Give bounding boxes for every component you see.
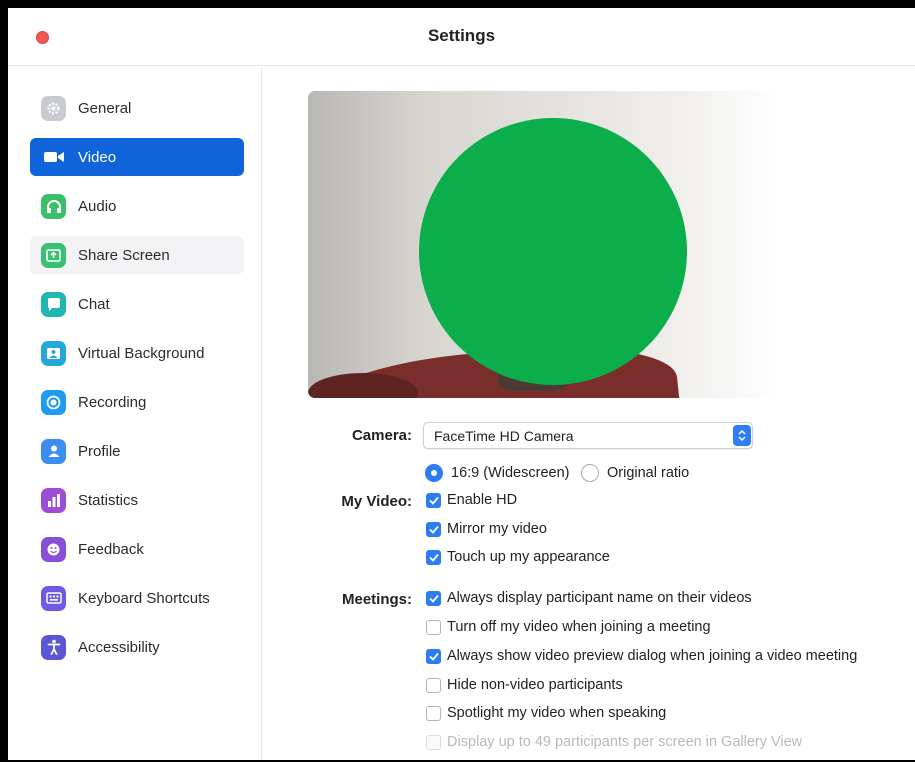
sidebar-item-label: Video [78, 148, 117, 166]
recording-icon [41, 389, 66, 415]
aspect-original-option[interactable]: Original ratio [581, 464, 689, 482]
enable-hd-option[interactable]: Enable HD [426, 492, 517, 508]
select-chevrons-icon [733, 425, 751, 446]
touch-up-option[interactable]: Touch up my appearance [426, 549, 610, 565]
aspect-widescreen-label: 16:9 (Widescreen) [451, 465, 570, 481]
sidebar-item-statistics[interactable]: Statistics [30, 481, 244, 519]
enable-hd-label: Enable HD [447, 492, 518, 508]
turn-off-video-option[interactable]: Turn off my video when joining a meeting [426, 619, 711, 635]
settings-sidebar: General Video Audio Share Screen Chat Vi… [8, 67, 262, 760]
sidebar-item-label: Virtual Background [78, 344, 205, 362]
checkbox-unchecked[interactable] [426, 677, 441, 693]
camera-select[interactable]: FaceTime HD Camera [423, 422, 753, 449]
my-video-label: My Video: [341, 493, 412, 510]
preview-background [308, 91, 428, 398]
statistics-icon [41, 487, 66, 513]
spotlight-video-option[interactable]: Spotlight my video when speaking [426, 705, 666, 721]
checkbox-checked[interactable] [426, 521, 441, 537]
sidebar-item-share-screen[interactable]: Share Screen [30, 236, 244, 274]
sidebar-item-label: Feedback [78, 540, 144, 558]
sidebar-item-label: Audio [78, 197, 117, 215]
aspect-widescreen-option[interactable]: 16:9 (Widescreen) [425, 464, 569, 482]
option-label: Display up to 49 participants per screen… [447, 734, 803, 750]
sidebar-item-chat[interactable]: Chat [30, 285, 244, 323]
sidebar-item-recording[interactable]: Recording [30, 383, 244, 421]
sidebar-item-general[interactable]: General [30, 89, 244, 127]
checkbox-checked[interactable] [426, 549, 441, 565]
sidebar-item-virtual-background[interactable]: Virtual Background [30, 334, 244, 372]
camera-label: Camera: [351, 427, 412, 444]
aspect-original-label: Original ratio [607, 465, 690, 481]
sidebar-item-label: Recording [78, 393, 147, 411]
accessibility-icon [41, 634, 66, 660]
sidebar-item-label: Profile [78, 442, 121, 460]
title-bar: Settings [8, 8, 915, 66]
virtual-background-icon [41, 340, 66, 366]
video-settings-panel: Camera: FaceTime HD Camera 16:9 (Widescr… [263, 67, 915, 760]
checkbox-unchecked[interactable] [426, 705, 441, 721]
sidebar-item-label: General [78, 99, 132, 117]
option-label: Always display participant name on their… [447, 590, 752, 606]
settings-window: Settings General Video Audio Share Scree… [8, 8, 915, 760]
sidebar-item-video[interactable]: Video [30, 138, 244, 176]
checkbox-disabled [426, 734, 441, 750]
sidebar-item-feedback[interactable]: Feedback [30, 530, 244, 568]
headphones-icon [41, 193, 66, 219]
gallery-49-option: Display up to 49 participants per screen… [426, 734, 802, 750]
option-label: Always show video preview dialog when jo… [447, 648, 858, 664]
mirror-video-label: Mirror my video [447, 521, 547, 537]
checkbox-checked[interactable] [426, 648, 441, 664]
camera-select-value: FaceTime HD Camera [434, 428, 574, 444]
feedback-smiley-icon [41, 536, 66, 562]
camera-preview [308, 91, 778, 398]
sidebar-item-label: Accessibility [78, 638, 160, 656]
meetings-label: Meetings: [341, 591, 412, 608]
checkbox-unchecked[interactable] [426, 619, 441, 635]
option-label: Turn off my video when joining a meeting [447, 619, 711, 635]
sidebar-item-audio[interactable]: Audio [30, 187, 244, 225]
option-label: Spotlight my video when speaking [447, 705, 667, 721]
radio-selected[interactable] [425, 464, 443, 482]
touch-up-label: Touch up my appearance [447, 549, 610, 565]
profile-icon [41, 438, 66, 464]
gear-icon [41, 95, 66, 121]
sidebar-item-label: Keyboard Shortcuts [78, 589, 210, 607]
video-preview-dialog-option[interactable]: Always show video preview dialog when jo… [426, 648, 857, 664]
mirror-video-option[interactable]: Mirror my video [426, 521, 547, 537]
hide-non-video-option[interactable]: Hide non-video participants [426, 677, 623, 693]
display-participant-name-option[interactable]: Always display participant name on their… [426, 590, 752, 606]
video-camera-icon [41, 145, 66, 170]
checkbox-checked[interactable] [426, 590, 441, 606]
sidebar-item-label: Share Screen [78, 246, 170, 264]
sidebar-item-keyboard-shortcuts[interactable]: Keyboard Shortcuts [30, 579, 244, 617]
share-screen-icon [41, 242, 66, 268]
keyboard-icon [41, 585, 66, 611]
sidebar-item-label: Chat [78, 295, 110, 313]
face-redaction-circle [419, 118, 687, 385]
radio-unselected[interactable] [581, 464, 599, 482]
sidebar-item-label: Statistics [78, 491, 139, 509]
option-label: Hide non-video participants [447, 677, 623, 693]
sidebar-item-profile[interactable]: Profile [30, 432, 244, 470]
checkbox-checked[interactable] [426, 492, 441, 508]
window-title: Settings [427, 26, 496, 45]
sidebar-item-accessibility[interactable]: Accessibility [30, 628, 244, 666]
chat-bubble-icon [41, 291, 66, 317]
